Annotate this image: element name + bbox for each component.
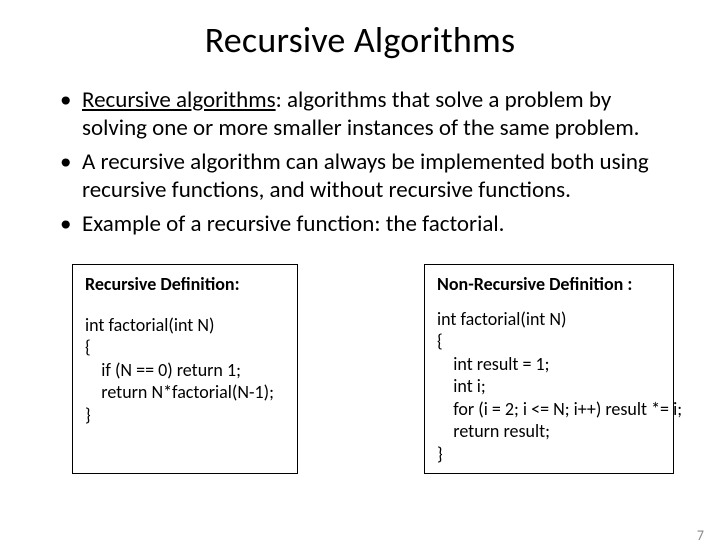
definition-boxes: Recursive Definition: int factorial(int … <box>72 264 674 474</box>
bullet-list: Recursive algorithms: algorithms that so… <box>60 86 680 238</box>
slide-title: Recursive Algorithms <box>0 18 720 62</box>
page-number: 7 <box>697 527 704 544</box>
code-block: int factorial(int N) { int result = 1; i… <box>437 308 661 466</box>
box-title: Non-Recursive Definition : <box>437 273 661 296</box>
code-block: int factorial(int N) { if (N == 0) retur… <box>85 314 285 427</box>
bullet-item: Example of a recursive function: the fac… <box>60 210 680 238</box>
bullet-term: Recursive algorithms <box>82 86 276 114</box>
bullet-text: A recursive algorithm can always be impl… <box>82 148 649 204</box>
slide: Recursive Algorithms Recursive algorithm… <box>0 18 720 558</box>
box-title: Recursive Definition: <box>85 273 285 296</box>
bullet-item: A recursive algorithm can always be impl… <box>60 148 680 204</box>
recursive-definition-box: Recursive Definition: int factorial(int … <box>72 264 298 474</box>
bullet-item: Recursive algorithms: algorithms that so… <box>60 86 680 142</box>
bullet-text: Example of a recursive function: the fac… <box>82 210 504 238</box>
nonrecursive-definition-box: Non-Recursive Definition : int factorial… <box>424 264 674 474</box>
